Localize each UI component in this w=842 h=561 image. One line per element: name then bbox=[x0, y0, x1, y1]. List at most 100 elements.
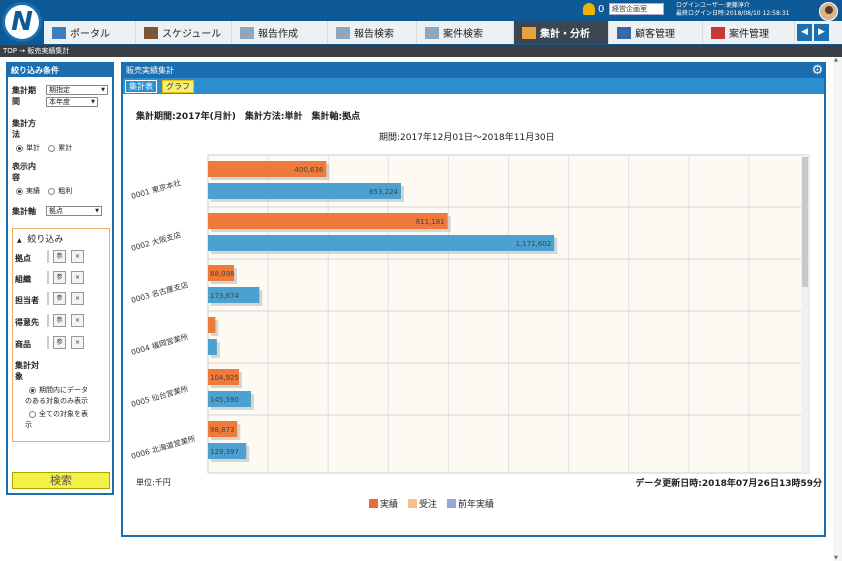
nav-case-search[interactable]: 案件検索 bbox=[417, 21, 514, 44]
filter-toggle[interactable]: ▲ 絞り込み bbox=[17, 232, 63, 245]
period-label: 集計期間 bbox=[12, 85, 36, 107]
method-single-label: 単計 bbox=[26, 144, 40, 152]
method-cumulative-radio[interactable] bbox=[48, 144, 56, 152]
content-margin-label: 粗利 bbox=[58, 187, 73, 195]
narrow-filter-box: ▲ 絞り込み 拠点 参 × 組織 参 × 担当者 参 × 得意先 参 × 商品 … bbox=[12, 228, 110, 442]
target-opt2-radio[interactable] bbox=[29, 410, 36, 418]
content-label-line: 容 bbox=[12, 173, 20, 182]
filter-title: 絞り込み bbox=[27, 235, 64, 245]
category-label: 0005 仙台営業所 bbox=[130, 383, 190, 409]
nav-prev-button[interactable]: ◀ bbox=[797, 24, 812, 41]
bar-value-label: 88,098 bbox=[210, 270, 235, 278]
filter-clear-button[interactable]: × bbox=[71, 314, 84, 327]
report-create-icon bbox=[240, 26, 254, 39]
nav-schedule[interactable]: スケジュール bbox=[136, 21, 232, 44]
nav-label: 案件検索 bbox=[443, 29, 483, 40]
content-radios: 実績 粗利 bbox=[16, 186, 72, 196]
search-button[interactable]: 検索 bbox=[12, 472, 110, 489]
category-label: 0006 北海道営業所 bbox=[130, 433, 197, 461]
bar bbox=[208, 213, 448, 229]
content-actual-label: 実績 bbox=[26, 187, 40, 195]
axis-label: 集計軸 bbox=[12, 207, 36, 216]
year-select[interactable]: 本年度 bbox=[46, 97, 98, 107]
nav-label: ポータル bbox=[70, 29, 110, 40]
bar-value-label: 811,181 bbox=[416, 218, 445, 226]
content-margin-radio[interactable] bbox=[48, 187, 56, 195]
bar bbox=[208, 339, 217, 355]
filter-label-product: 商品 bbox=[15, 340, 31, 349]
notification-area[interactable]: 0 bbox=[583, 3, 604, 15]
nav-label: スケジュール bbox=[162, 29, 222, 40]
category-label: 0001 東京本社 bbox=[130, 177, 183, 201]
nav-label: 報告検索 bbox=[354, 29, 394, 40]
nav-report-search[interactable]: 報告検索 bbox=[328, 21, 417, 44]
top-bar: N 0 経営企画室 ログインユーザー:更藤淳介 最終ログイン日時:2018/08… bbox=[0, 0, 842, 45]
legend-label: 受注 bbox=[419, 500, 438, 510]
period-label-line: 集計期 bbox=[12, 86, 36, 95]
page-scrollbar[interactable]: ▲ ▼ bbox=[833, 57, 842, 561]
bar-value-label: 98,873 bbox=[210, 426, 235, 434]
target-label: 集計対象 bbox=[15, 360, 39, 382]
method-single-radio[interactable] bbox=[16, 144, 23, 152]
target-opt1-radio[interactable] bbox=[29, 386, 36, 394]
target-opt1[interactable]: 期間内にデータ のある対象のみ表示 bbox=[25, 385, 88, 407]
filter-clear-button[interactable]: × bbox=[71, 336, 84, 349]
filter-divider bbox=[47, 314, 49, 327]
method-label-line: 集計方 bbox=[12, 119, 36, 128]
filter-divider bbox=[47, 271, 49, 284]
filter-ref-button[interactable]: 参 bbox=[53, 314, 66, 327]
filter-ref-button[interactable]: 参 bbox=[53, 336, 66, 349]
nav-analysis[interactable]: 集計・分析 bbox=[514, 21, 609, 44]
filter-label-org: 組織 bbox=[15, 275, 31, 284]
target-opt2-label: 全ての対象を表 bbox=[39, 410, 88, 418]
portal-icon bbox=[52, 26, 66, 39]
nav-customer[interactable]: 顧客管理 bbox=[609, 21, 703, 44]
filter-clear-button[interactable]: × bbox=[71, 271, 84, 284]
filter-divider bbox=[47, 292, 49, 305]
bar-value-label: 400,636 bbox=[294, 166, 323, 174]
legend-item[interactable]: 受注 bbox=[408, 497, 437, 510]
building-icon bbox=[617, 26, 631, 39]
bar-value-label: 173,874 bbox=[210, 292, 239, 300]
legend-swatch bbox=[408, 499, 418, 508]
breadcrumb: TOP → 販売実績集計 bbox=[0, 45, 842, 57]
filter-sidebar: 絞り込み条件 集計期間 期指定 本年度 集計方法 単計 累計 表示内容 実績 粗… bbox=[6, 62, 114, 495]
chart-scroll-thumb bbox=[802, 157, 808, 287]
nav-next-button[interactable]: ▶ bbox=[814, 24, 829, 41]
report-search-icon bbox=[336, 26, 350, 39]
filter-ref-button[interactable]: 参 bbox=[53, 292, 66, 305]
nav-case[interactable]: 案件管理 bbox=[703, 21, 795, 44]
department-select[interactable]: 経営企画室 bbox=[609, 3, 664, 15]
nav-label: 集計・分析 bbox=[540, 29, 590, 40]
filter-ref-button[interactable]: 参 bbox=[53, 250, 66, 263]
filter-clear-button[interactable]: × bbox=[71, 292, 84, 305]
user-info: ログインユーザー:更藤淳介 最終ログイン日時:2018/08/10 12:58:… bbox=[676, 2, 789, 18]
notification-count: 0 bbox=[598, 3, 605, 15]
login-user-text: ログインユーザー:更藤淳介 bbox=[676, 2, 750, 9]
nav-portal[interactable]: ポータル bbox=[44, 21, 136, 44]
target-opt2[interactable]: 全ての対象を表 示 bbox=[25, 409, 88, 431]
bar-value-label: 129,397 bbox=[210, 448, 239, 456]
period-select[interactable]: 期指定 bbox=[46, 85, 108, 95]
content-label: 表示内容 bbox=[12, 161, 36, 183]
filter-label-staff: 担当者 bbox=[15, 296, 39, 305]
scroll-down-icon[interactable]: ▼ bbox=[834, 555, 838, 561]
method-cumulative-label: 累計 bbox=[58, 144, 73, 152]
filter-divider bbox=[47, 336, 49, 349]
nav-label: 報告作成 bbox=[258, 29, 298, 40]
filter-ref-button[interactable]: 参 bbox=[53, 271, 66, 284]
last-login-text: 最終ログイン日時:2018/08/10 12:58:31 bbox=[676, 10, 790, 17]
app-logo[interactable]: N bbox=[2, 2, 42, 42]
updated-timestamp: データ更新日時:2018年07月26日13時59分 bbox=[635, 479, 822, 489]
axis-select[interactable]: 拠点 bbox=[46, 206, 102, 216]
scroll-up-icon[interactable]: ▲ bbox=[834, 57, 838, 63]
filter-clear-button[interactable]: × bbox=[71, 250, 84, 263]
content-actual-radio[interactable] bbox=[16, 187, 23, 195]
target-opt2-label: 示 bbox=[25, 421, 32, 429]
avatar[interactable] bbox=[819, 2, 838, 21]
bar-chart: 0001 東京本社 400,636 653,224 0002 大阪支店 811,181 1… bbox=[130, 154, 810, 474]
calendar-icon bbox=[144, 26, 158, 39]
legend-item[interactable]: 実績 bbox=[369, 497, 398, 510]
nav-report-create[interactable]: 報告作成 bbox=[232, 21, 328, 44]
legend-item[interactable]: 前年実績 bbox=[447, 497, 494, 510]
